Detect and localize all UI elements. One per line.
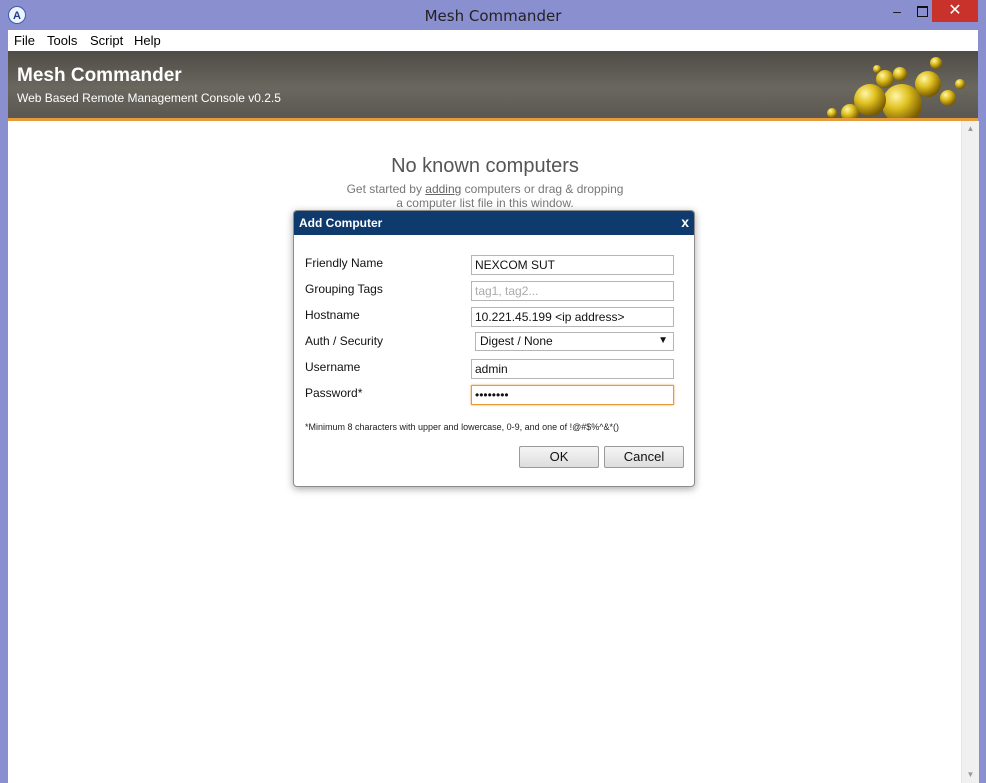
banner-subtitle: Web Based Remote Management Console v0.2… (17, 91, 281, 105)
menu-bar: File Tools Script Help (8, 30, 978, 52)
scroll-up-arrow-icon[interactable]: ▲ (962, 121, 979, 137)
ok-button[interactable]: OK (519, 446, 599, 468)
grouping-tags-label: Grouping Tags (305, 282, 383, 296)
auth-security-value: Digest / None (480, 334, 553, 348)
vertical-scrollbar[interactable]: ▲ ▼ (961, 121, 979, 783)
empty-state-title: No known computers (391, 155, 579, 177)
empty-state-text-line2: a computer list file in this window. (396, 196, 574, 210)
empty-state-text: Get started by adding computers or drag … (8, 182, 962, 196)
friendly-name-label: Friendly Name (305, 256, 384, 270)
friendly-name-input[interactable] (471, 255, 674, 275)
close-window-button[interactable]: ✕ (932, 0, 978, 22)
auth-security-label: Auth / Security (305, 334, 384, 348)
password-input[interactable] (471, 385, 674, 405)
dialog-title: Add Computer (299, 216, 383, 230)
title-bar: A Mesh Commander – ✕ (0, 0, 986, 30)
hostname-input[interactable] (471, 307, 674, 327)
cancel-button[interactable]: Cancel (604, 446, 684, 468)
dialog-header: Add Computer x (294, 211, 694, 235)
menu-file[interactable]: File (14, 33, 35, 48)
banner-title: Mesh Commander (17, 65, 182, 86)
menu-script[interactable]: Script (90, 33, 123, 48)
hostname-label: Hostname (305, 308, 360, 322)
header-banner: Mesh Commander Web Based Remote Manageme… (8, 51, 978, 121)
menu-tools[interactable]: Tools (47, 33, 77, 48)
maximize-icon (916, 6, 928, 17)
empty-state-text-start: Get started by (346, 182, 426, 196)
dropdown-arrow-icon: ▼ (658, 335, 668, 346)
password-requirements-note: *Minimum 8 characters with upper and low… (305, 422, 620, 432)
password-label: Password* (305, 386, 363, 400)
username-label: Username (305, 360, 361, 374)
scroll-down-arrow-icon[interactable]: ▼ (962, 767, 979, 783)
username-input[interactable] (471, 359, 674, 379)
client-area: File Tools Script Help Mesh Commander We… (8, 30, 979, 783)
auth-security-select[interactable]: Digest / None ▼ (475, 332, 674, 351)
window-title: Mesh Commander (424, 7, 562, 25)
adding-link[interactable]: adding (425, 182, 461, 196)
menu-help[interactable]: Help (134, 33, 161, 48)
add-computer-dialog: Add Computer x Friendly Name Grouping Ta… (293, 210, 695, 487)
empty-state-text-end: computers or drag & dropping (461, 182, 624, 196)
grouping-tags-input[interactable] (471, 281, 674, 301)
gold-orbs-logo (827, 57, 965, 118)
dialog-close-button[interactable]: x (681, 214, 689, 230)
